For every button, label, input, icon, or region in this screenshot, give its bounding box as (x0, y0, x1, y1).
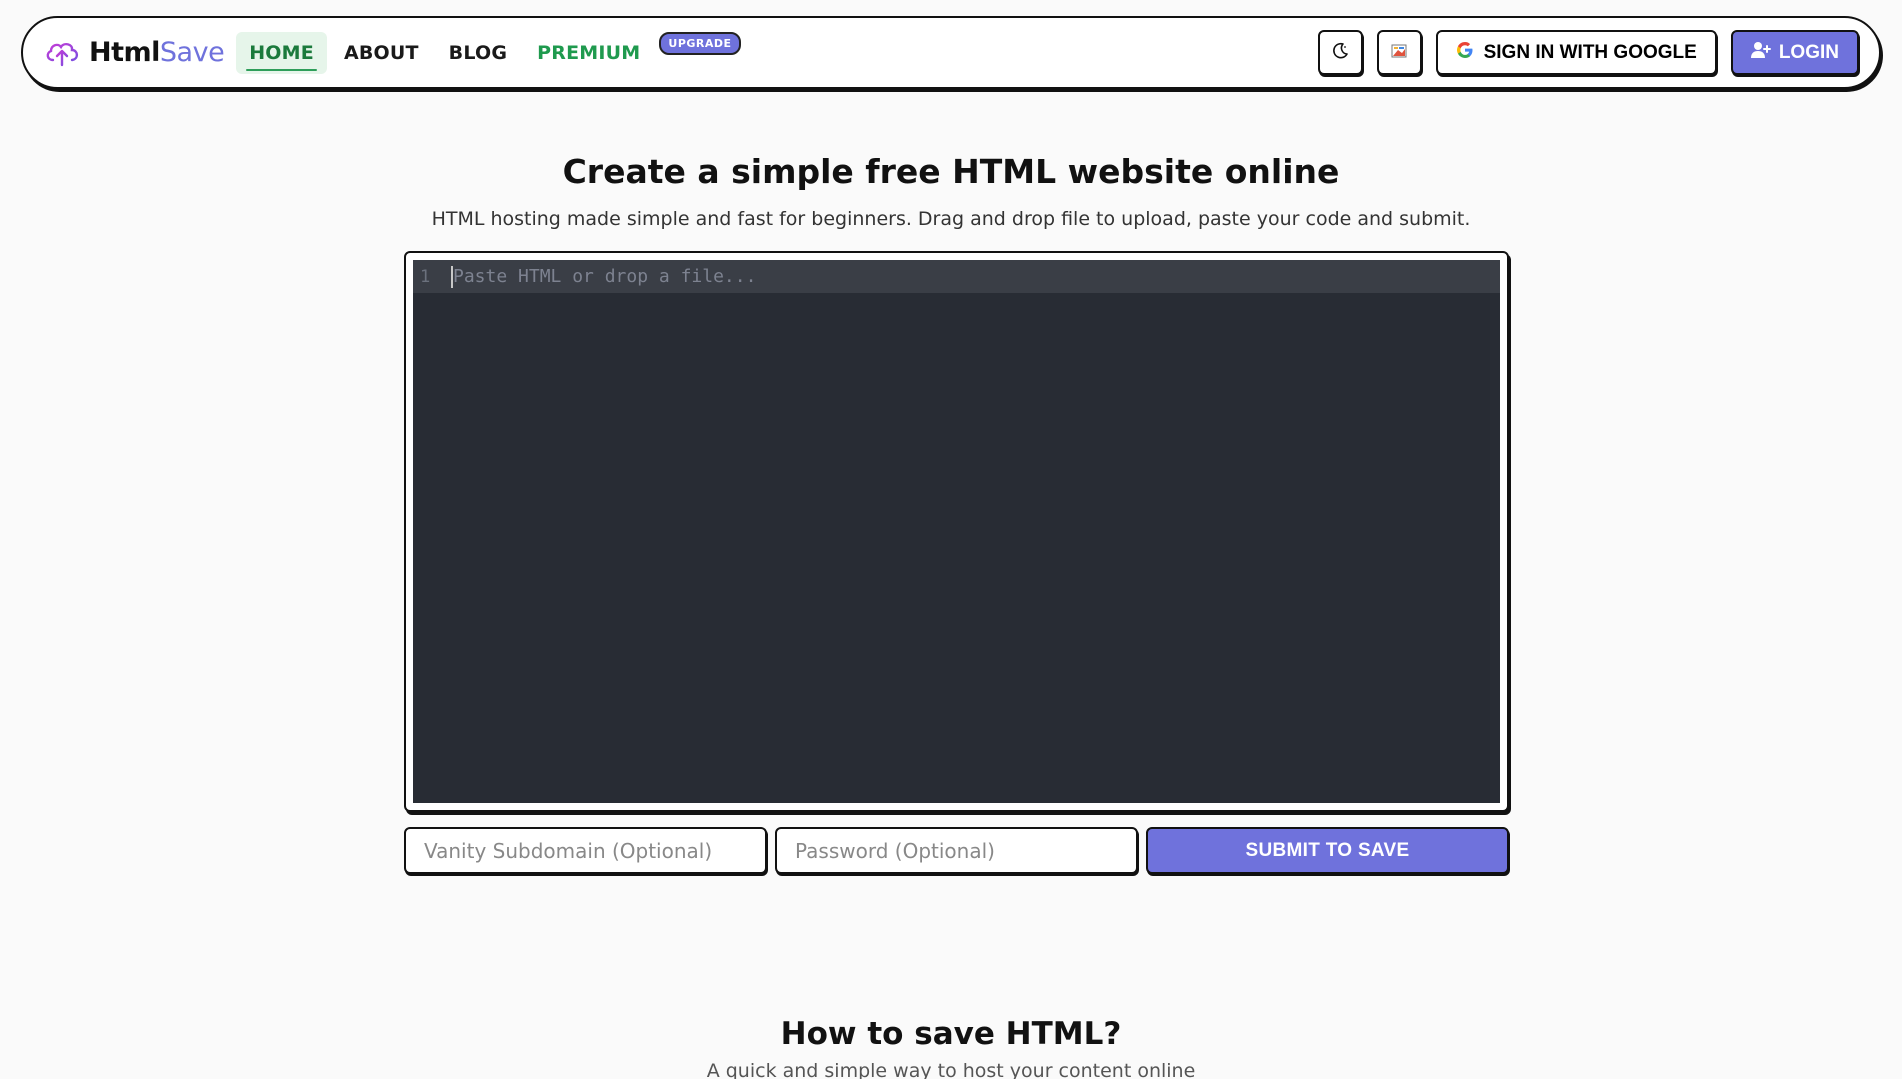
how-to-title: How to save HTML? (780, 1016, 1122, 1052)
nav-home[interactable]: HOME (236, 31, 327, 74)
brand-name-part2: Save (159, 37, 225, 68)
brand-name: HtmlSave (89, 37, 225, 68)
top-navbar: HtmlSave HOME ABOUT BLOG PREMIUM UPGRADE (21, 16, 1881, 89)
code-editor-frame: 1 Paste HTML or drop a file... (404, 251, 1509, 812)
nav-blog[interactable]: BLOG (436, 32, 520, 74)
user-plus-icon (1750, 41, 1771, 65)
page-subtitle: HTML hosting made simple and fast for be… (431, 208, 1471, 230)
line-number: 1 (420, 266, 431, 287)
theme-toggle-button[interactable] (1317, 30, 1363, 75)
editor-active-line: 1 Paste HTML or drop a file... (413, 260, 1500, 293)
code-editor[interactable]: 1 Paste HTML or drop a file... (413, 260, 1500, 803)
moon-icon (1331, 42, 1349, 63)
nav-premium[interactable]: PREMIUM (524, 32, 653, 74)
save-form: Vanity Subdomain (Optional) Password (Op… (404, 827, 1509, 874)
google-icon (1456, 41, 1474, 65)
brand-logo[interactable]: HtmlSave (43, 37, 225, 68)
google-signin-button[interactable]: SIGN IN WITH GOOGLE (1435, 30, 1717, 75)
google-signin-label: SIGN IN WITH GOOGLE (1483, 41, 1697, 63)
how-to-subtitle: A quick and simple way to host your cont… (706, 1060, 1196, 1079)
upgrade-badge[interactable]: UPGRADE (659, 32, 741, 55)
vanity-subdomain-input[interactable]: Vanity Subdomain (Optional) (404, 827, 767, 874)
login-button[interactable]: LOGIN (1730, 30, 1859, 75)
page-title: Create a simple free HTML website online (562, 152, 1340, 191)
nav-actions: SIGN IN WITH GOOGLE LOGIN (1317, 30, 1859, 75)
login-label: LOGIN (1778, 41, 1839, 63)
editor-placeholder: Paste HTML or drop a file... (453, 266, 757, 287)
cloud-upload-icon (43, 38, 81, 68)
palette-button[interactable] (1376, 30, 1422, 75)
main-nav: HOME ABOUT BLOG PREMIUM UPGRADE (236, 31, 741, 74)
nav-premium-label: PREMIUM (537, 41, 641, 64)
brand-name-part1: Html (89, 37, 160, 68)
password-input[interactable]: Password (Optional) (775, 827, 1138, 874)
submit-button[interactable]: SUBMIT TO SAVE (1146, 827, 1509, 874)
nav-about[interactable]: ABOUT (331, 32, 432, 74)
palette-icon (1390, 42, 1408, 63)
